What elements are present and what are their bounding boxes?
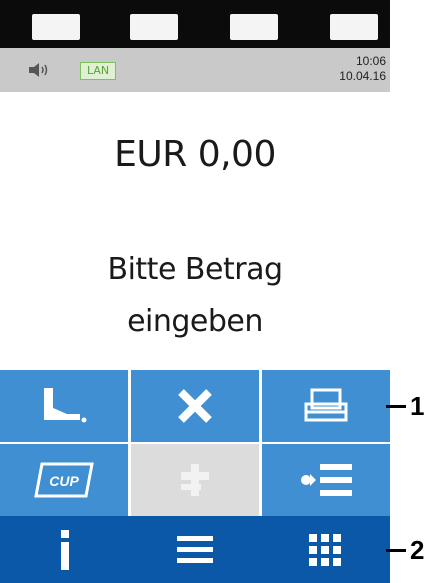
menu-button[interactable]	[130, 516, 260, 583]
time-text: 10:06	[355, 54, 386, 68]
cup-card-icon: CUP	[34, 462, 94, 498]
payment-terminal: LAN 10:06 10.04.16 EUR 0,00 Bitte Betrag…	[0, 0, 390, 583]
keypad-grid-icon	[309, 533, 341, 566]
softkey-2[interactable]	[130, 14, 178, 40]
softkey-bar	[0, 0, 390, 48]
function-keypad: CUP	[0, 368, 390, 516]
softkey-1[interactable]	[32, 14, 80, 40]
printer-icon	[304, 388, 348, 422]
status-bar: LAN 10:06 10.04.16	[0, 48, 390, 92]
info-button[interactable]	[0, 516, 130, 583]
callout-2-line	[386, 549, 406, 552]
add-to-list-button[interactable]	[262, 444, 390, 516]
softkey-4[interactable]	[330, 14, 378, 40]
amount-display: EUR 0,00	[114, 134, 276, 175]
cup-label: CUP	[49, 473, 79, 489]
print-button[interactable]	[262, 370, 390, 442]
clock: 10:06 10.04.16	[339, 54, 386, 84]
cup-button[interactable]: CUP	[0, 444, 128, 516]
disabled-function-icon	[181, 464, 209, 496]
receipt-button[interactable]	[0, 370, 128, 442]
cancel-button[interactable]	[131, 370, 259, 442]
receipt-icon	[44, 388, 87, 423]
main-display: EUR 0,00 Bitte Betrag eingeben	[0, 92, 390, 368]
date-text: 10.04.16	[339, 69, 386, 83]
navigation-bar	[0, 516, 390, 583]
info-icon	[61, 529, 69, 570]
callout-2: 2	[410, 535, 425, 565]
callout-1-line	[386, 405, 406, 408]
callout-1: 1	[410, 391, 425, 421]
cancel-x-icon	[178, 389, 212, 423]
keypad-button[interactable]	[260, 516, 390, 583]
softkey-3[interactable]	[230, 14, 278, 40]
speaker-icon	[29, 63, 48, 77]
prompt-line-2: eingeben	[127, 304, 263, 339]
prompt-line-1: Bitte Betrag	[107, 252, 284, 287]
menu-icon	[177, 535, 213, 563]
disabled-function-button	[131, 444, 259, 516]
lan-badge: LAN	[80, 62, 117, 80]
add-to-list-icon	[301, 464, 352, 496]
prompt-text: Bitte Betrag eingeben	[0, 244, 390, 348]
